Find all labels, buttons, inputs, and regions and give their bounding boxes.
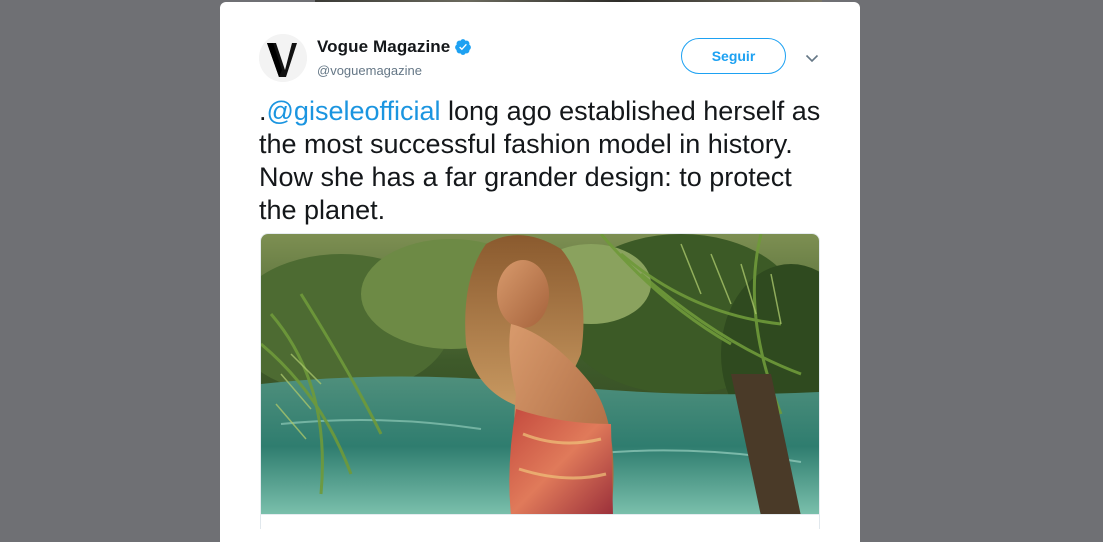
media-card-bottom xyxy=(260,515,820,529)
mention-link[interactable]: @giseleofficial xyxy=(267,96,441,126)
follow-button[interactable]: Seguir xyxy=(681,38,786,74)
author-row: Vogue Magazine xyxy=(317,37,472,57)
more-options-button[interactable] xyxy=(802,48,822,68)
tweet-photo[interactable] xyxy=(260,233,820,515)
author-handle[interactable]: @voguemagazine xyxy=(317,63,422,78)
chevron-down-icon xyxy=(805,54,819,62)
tweet-card: Vogue Magazine @voguemagazine Seguir .@g… xyxy=(220,2,860,542)
verified-badge-icon xyxy=(455,39,472,55)
photo-image xyxy=(261,234,819,514)
tweet-text: .@giseleofficial long ago established he… xyxy=(259,95,834,227)
avatar[interactable] xyxy=(259,34,307,82)
author-name[interactable]: Vogue Magazine xyxy=(317,37,450,57)
tweet-text-prefix: . xyxy=(259,96,267,126)
vogue-v-logo-icon xyxy=(259,34,307,82)
